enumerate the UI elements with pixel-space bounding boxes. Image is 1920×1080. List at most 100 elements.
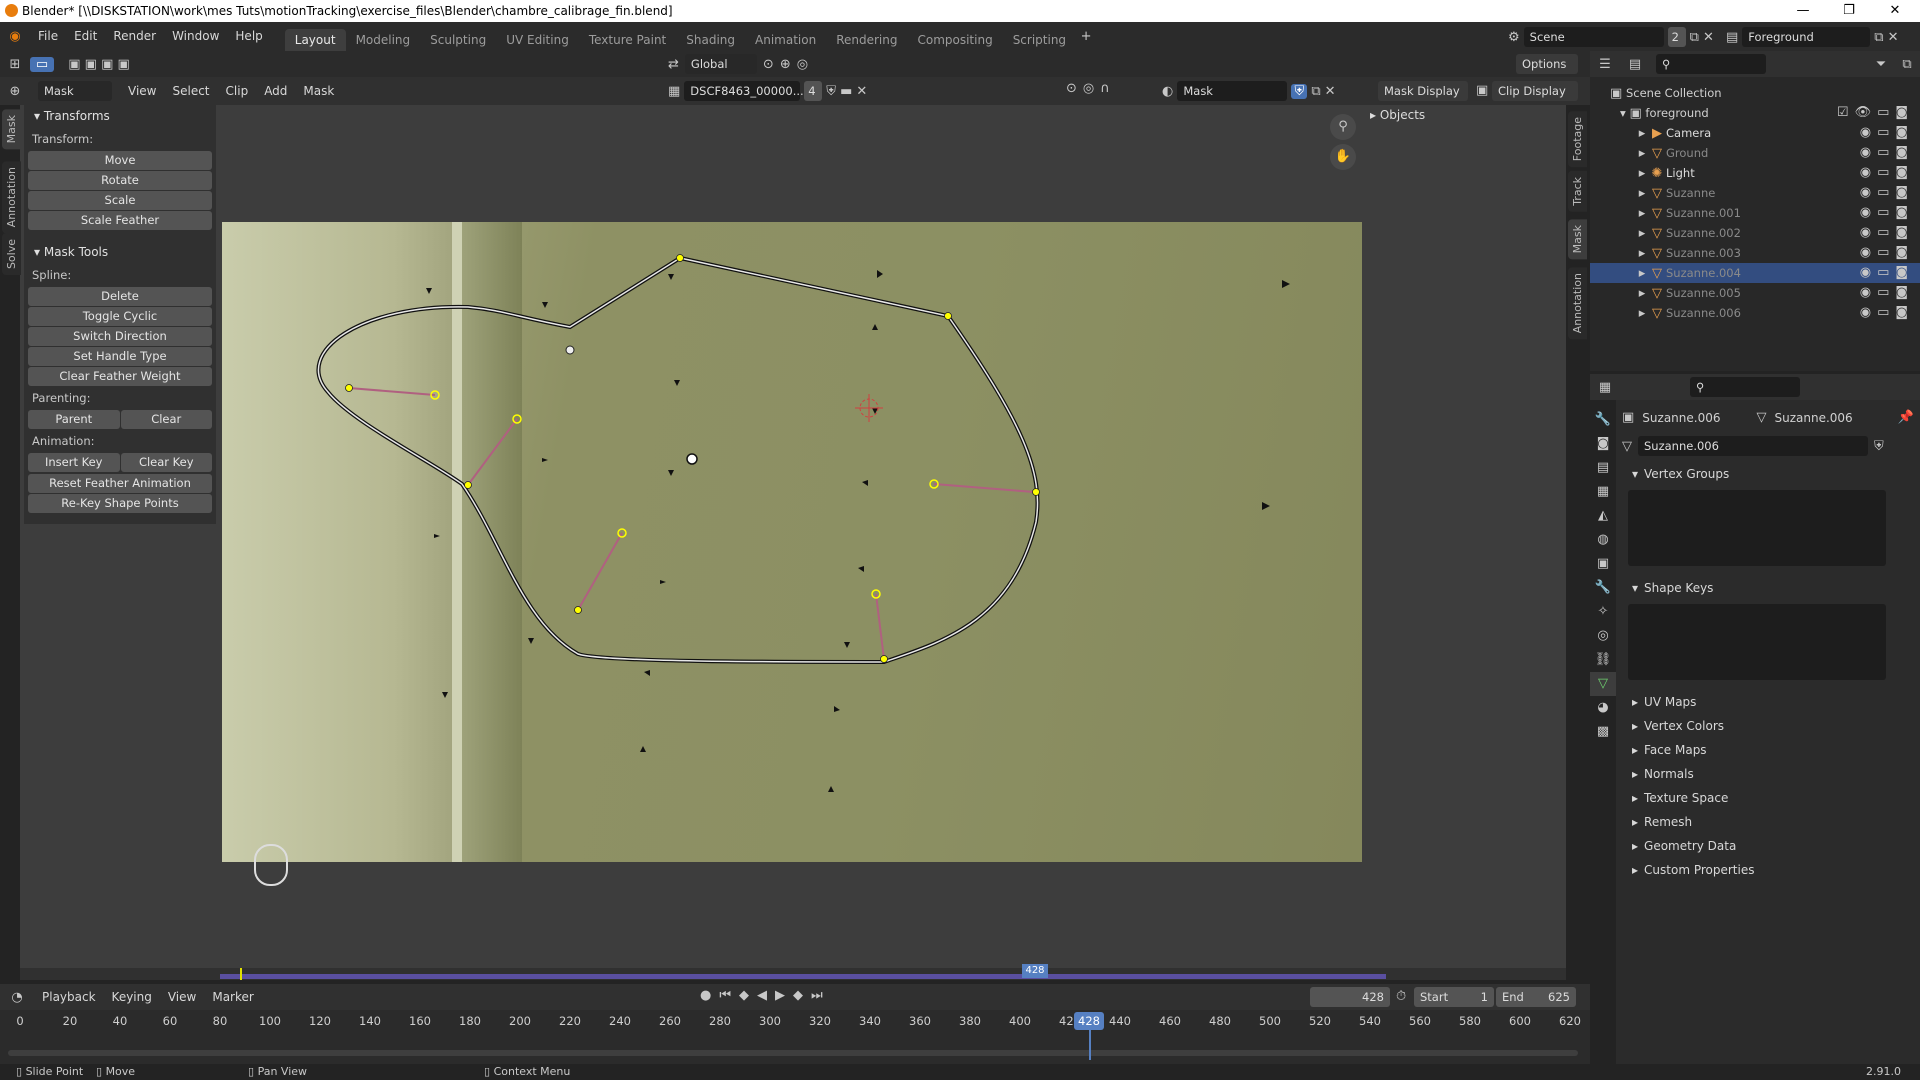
timeline-scrollbar[interactable]: [8, 1050, 1578, 1056]
clip-mode-dropdown[interactable]: Mask: [38, 81, 112, 101]
menu-edit[interactable]: Edit: [66, 22, 105, 51]
footage-frame[interactable]: [222, 222, 1362, 862]
prev-keyframe-icon[interactable]: ◆: [739, 988, 749, 1003]
clip-editor-type-icon[interactable]: ⊕: [0, 84, 30, 99]
tab-mask-right[interactable]: Mask: [1568, 219, 1587, 260]
timeline-menu-keying[interactable]: Keying: [104, 983, 160, 1012]
object-tab-icon[interactable]: ▣: [1590, 552, 1616, 576]
eye-icon[interactable]: ◉: [1860, 303, 1871, 323]
monitor-icon[interactable]: ▭: [1877, 183, 1889, 203]
outliner-row[interactable]: ▸ ▽ Ground ◉ ▭ ◙: [1590, 143, 1920, 163]
preview-range-icon[interactable]: ⏱: [1396, 989, 1406, 1004]
monitor-icon[interactable]: ▭: [1877, 243, 1889, 263]
view-layer-selector[interactable]: ▤ Foreground ⧉ ✕: [1726, 27, 1899, 47]
scene-tab-icon[interactable]: ◭: [1590, 504, 1616, 528]
tab-footage[interactable]: Footage: [1568, 111, 1587, 168]
workspace-tab-uv-editing[interactable]: UV Editing: [496, 29, 579, 51]
start-frame-field[interactable]: Start 1: [1414, 987, 1494, 1007]
collection-toggles[interactable]: ☑ 👁 ▭ ◙: [1837, 103, 1908, 123]
clip-name[interactable]: DSCF8463_00000...: [684, 81, 804, 101]
monitor-icon[interactable]: ▭: [1877, 163, 1889, 183]
switch-direction-button[interactable]: Switch Direction: [28, 327, 212, 346]
row-visibility-toggles[interactable]: ◉ ▭ ◙: [1860, 263, 1908, 283]
scene-collection-row[interactable]: ▣ Scene Collection: [1590, 83, 1920, 103]
eye-icon[interactable]: ◉: [1860, 263, 1871, 283]
outliner-editor-icon[interactable]: ☰: [1590, 57, 1620, 72]
pivot-point-icon[interactable]: ⊙: [1066, 81, 1077, 96]
menu-help[interactable]: Help: [227, 22, 270, 51]
proportional-edit-icon[interactable]: ◎: [1083, 81, 1094, 96]
row-visibility-toggles[interactable]: ◉ ▭ ◙: [1860, 143, 1908, 163]
clip-menu-clip[interactable]: Clip: [218, 77, 257, 106]
mask-origin[interactable]: [686, 453, 698, 465]
constraints-tab-icon[interactable]: ⛓: [1590, 648, 1616, 672]
expand-arrow-icon[interactable]: ▸: [1636, 124, 1648, 144]
modifier-tab-icon[interactable]: 🔧: [1590, 576, 1616, 600]
open-clip-icon[interactable]: ▬: [840, 84, 852, 99]
eye-icon[interactable]: ◉: [1860, 163, 1871, 183]
workspace-tab-modeling[interactable]: Modeling: [346, 29, 421, 51]
outliner-row[interactable]: ▸ ▽ Suzanne.004 ◉ ▭ ◙: [1590, 263, 1920, 283]
eye-icon[interactable]: ◉: [1860, 123, 1871, 143]
monitor-icon[interactable]: ▭: [1877, 203, 1889, 223]
expand-arrow-icon[interactable]: ▸: [1636, 184, 1648, 204]
camera-render-icon[interactable]: ◙: [1895, 103, 1908, 123]
camera-render-icon[interactable]: ◙: [1895, 263, 1908, 283]
transforms-panel-header[interactable]: ▾ Transforms: [24, 104, 216, 128]
expand-arrow-icon[interactable]: ▸: [1636, 264, 1648, 284]
camera-render-icon[interactable]: ◙: [1895, 223, 1908, 243]
add-workspace-icon[interactable]: +: [1076, 29, 1096, 44]
expand-arrow-icon[interactable]: ▸: [1636, 144, 1648, 164]
eye-icon[interactable]: ◉: [1860, 283, 1871, 303]
outliner-search-field[interactable]: ⚲: [1656, 54, 1766, 74]
panel-texture-space[interactable]: ▸ Texture Space: [1622, 786, 1920, 810]
unlink-clip-icon[interactable]: ✕: [856, 84, 867, 99]
panel-custom-properties[interactable]: ▸ Custom Properties: [1622, 858, 1920, 882]
clear-feather-weight-button[interactable]: Clear Feather Weight: [28, 367, 212, 386]
clip-menu-add[interactable]: Add: [256, 77, 295, 106]
transform-rotate-button[interactable]: Rotate: [28, 171, 212, 190]
expand-arrow-icon[interactable]: ▸: [1636, 204, 1648, 224]
properties-search-field[interactable]: ⚲: [1690, 377, 1800, 397]
scene-selector[interactable]: ⚙ Scene 2 ⧉ ✕: [1508, 27, 1714, 47]
eye-icon[interactable]: ◉: [1860, 143, 1871, 163]
outliner-row[interactable]: ▸ ▽ Suzanne.001 ◉ ▭ ◙: [1590, 203, 1920, 223]
expand-arrow-icon[interactable]: ▸: [1636, 284, 1648, 304]
falloff-icon[interactable]: ∩: [1100, 81, 1110, 96]
panel-shape-keys[interactable]: ▾ Shape Keys: [1622, 576, 1920, 600]
panel-normals[interactable]: ▸ Normals: [1622, 762, 1920, 786]
expand-arrow-icon[interactable]: ▸: [1636, 304, 1648, 324]
row-visibility-toggles[interactable]: ◉ ▭ ◙: [1860, 123, 1908, 143]
workspace-tab-compositing[interactable]: Compositing: [907, 29, 1002, 51]
panel-vertex-colors[interactable]: ▸ Vertex Colors: [1622, 714, 1920, 738]
mask-new-icon[interactable]: ⧉: [1311, 84, 1320, 99]
jump-start-icon[interactable]: ⏮: [719, 988, 731, 1003]
transform-scale-button[interactable]: Scale: [28, 191, 212, 210]
tab-annotation-right[interactable]: Annotation: [1568, 267, 1587, 340]
pivot-icon[interactable]: ⊙: [763, 57, 774, 72]
expand-arrow-icon[interactable]: ▸: [1636, 224, 1648, 244]
mask-display-dropdown[interactable]: Mask Display: [1378, 81, 1468, 101]
timeline-menu-playback[interactable]: Playback: [34, 983, 104, 1012]
pin-icon[interactable]: 📌: [1898, 404, 1914, 432]
delete-view-layer-icon[interactable]: ✕: [1888, 30, 1899, 45]
menu-window[interactable]: Window: [164, 22, 227, 51]
row-visibility-toggles[interactable]: ◉ ▭ ◙: [1860, 183, 1908, 203]
mesh-browse-icon[interactable]: ▽: [1622, 439, 1632, 454]
transform-scale-feather-button[interactable]: Scale Feather: [28, 211, 212, 230]
pan-hand-icon[interactable]: ✋: [1330, 144, 1356, 170]
clip-menu-view[interactable]: View: [120, 77, 164, 106]
render-tab-icon[interactable]: ◙: [1590, 432, 1616, 456]
filter-icon[interactable]: ⏷: [1868, 57, 1894, 72]
set-handle-type-button[interactable]: Set Handle Type: [28, 347, 212, 366]
clip-menu-mask[interactable]: Mask: [295, 77, 342, 106]
proportional-icon[interactable]: ◎: [797, 57, 808, 72]
pivot-controls[interactable]: ⊙ ◎ ∩: [1066, 81, 1110, 96]
clear-key-button[interactable]: Clear Key: [120, 453, 212, 472]
mask-tools-panel-header[interactable]: ▾ Mask Tools: [24, 240, 216, 264]
camera-render-icon[interactable]: ◙: [1895, 143, 1908, 163]
tab-track[interactable]: Track: [1568, 171, 1587, 212]
end-frame-field[interactable]: End 625: [1496, 987, 1576, 1007]
new-collection-icon[interactable]: ⧉: [1894, 57, 1920, 72]
timeline-menu-view[interactable]: View: [160, 983, 204, 1012]
